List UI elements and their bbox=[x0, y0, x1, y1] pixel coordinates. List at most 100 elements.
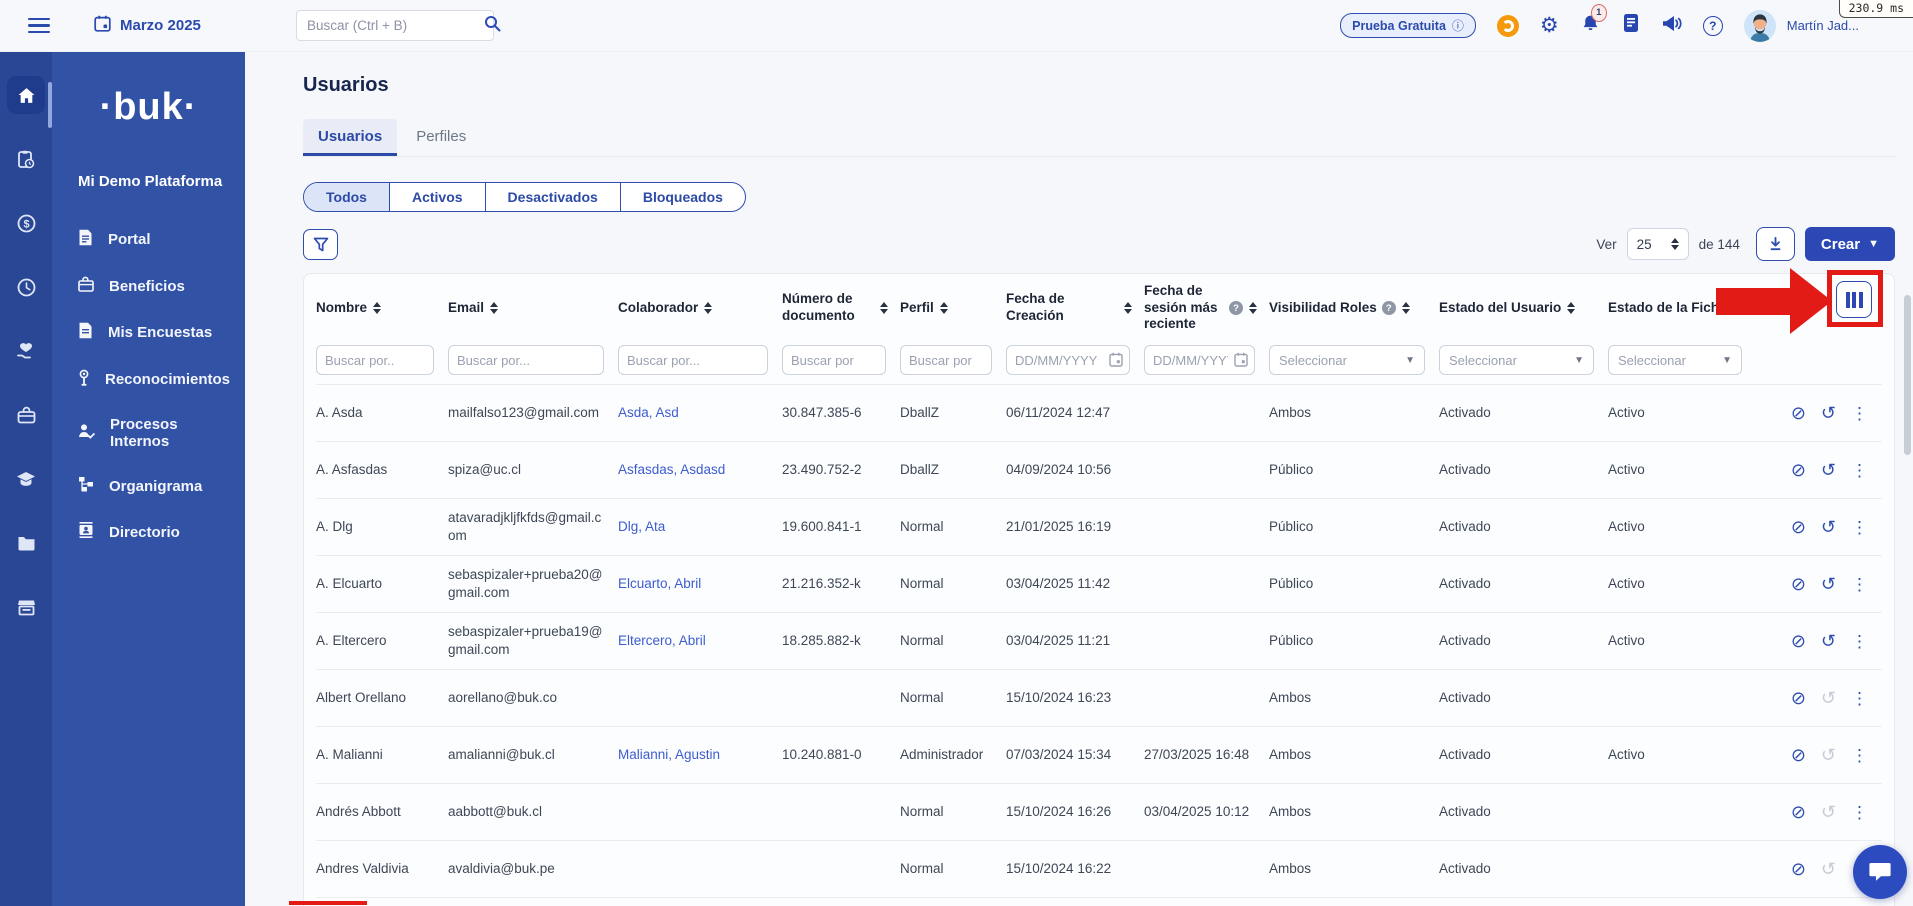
search-input[interactable] bbox=[307, 18, 484, 33]
hamburger-menu-icon[interactable] bbox=[28, 18, 50, 34]
row-more-icon[interactable]: ⋮ bbox=[1851, 576, 1868, 593]
payments-icon[interactable]: $ bbox=[7, 204, 45, 242]
user-avatar[interactable] bbox=[1744, 10, 1776, 42]
create-button[interactable]: Crear ▼ bbox=[1805, 227, 1895, 261]
column-header[interactable]: Nombre bbox=[316, 300, 448, 317]
filter-document-input[interactable] bbox=[782, 345, 886, 375]
chat-fab-button[interactable] bbox=[1853, 845, 1907, 899]
filter-funnel-button[interactable] bbox=[303, 229, 338, 260]
help-icon[interactable]: ? bbox=[1229, 301, 1243, 315]
filter-collaborator-input[interactable] bbox=[618, 345, 768, 375]
collaborator-link[interactable]: Eltercero, Abril bbox=[618, 633, 706, 648]
filter-desactivados[interactable]: Desactivados bbox=[485, 183, 620, 211]
benefits-icon[interactable] bbox=[7, 396, 45, 434]
sort-icon[interactable] bbox=[1124, 302, 1132, 314]
reset-user-icon[interactable]: ↺ bbox=[1821, 518, 1836, 536]
filter-profile-input[interactable] bbox=[900, 345, 992, 375]
block-user-icon[interactable]: ⊘ bbox=[1791, 461, 1806, 479]
collaborator-link[interactable]: Dlg, Ata bbox=[618, 519, 665, 534]
sort-icon[interactable] bbox=[880, 302, 888, 314]
column-header[interactable]: Número de documento bbox=[782, 291, 900, 325]
filter-visibility-select[interactable]: Seleccionar▼ bbox=[1269, 345, 1425, 375]
column-header[interactable]: Fecha de Creación bbox=[1006, 291, 1144, 325]
filter-session-date-input[interactable] bbox=[1144, 345, 1255, 375]
tab-perfiles[interactable]: Perfiles bbox=[401, 119, 481, 156]
rewards-icon[interactable] bbox=[1497, 15, 1519, 37]
filter-user-status-select[interactable]: Seleccionar▼ bbox=[1439, 345, 1594, 375]
reset-user-icon[interactable]: ↺ bbox=[1821, 860, 1836, 878]
block-user-icon[interactable]: ⊘ bbox=[1791, 689, 1806, 707]
block-user-icon[interactable]: ⊘ bbox=[1791, 632, 1806, 650]
sidebar-item-beneficios[interactable]: Beneficios bbox=[52, 263, 245, 309]
row-more-icon[interactable]: ⋮ bbox=[1851, 633, 1868, 650]
reset-user-icon[interactable]: ↺ bbox=[1821, 575, 1836, 593]
sort-icon[interactable] bbox=[704, 302, 712, 314]
column-header[interactable]: Email bbox=[448, 300, 618, 317]
tab-usuarios[interactable]: Usuarios bbox=[303, 119, 397, 156]
home-icon[interactable] bbox=[7, 76, 45, 114]
block-user-icon[interactable]: ⊘ bbox=[1791, 575, 1806, 593]
column-header[interactable]: Estado del Usuario bbox=[1439, 300, 1608, 317]
filter-email-input[interactable] bbox=[448, 345, 604, 375]
block-user-icon[interactable]: ⊘ bbox=[1791, 860, 1806, 878]
reset-user-icon[interactable]: ↺ bbox=[1821, 404, 1836, 422]
row-more-icon[interactable]: ⋮ bbox=[1851, 804, 1868, 821]
megaphone-icon[interactable] bbox=[1661, 14, 1682, 38]
sort-icon[interactable] bbox=[490, 302, 498, 314]
column-header[interactable]: Visibilidad Roles ? bbox=[1269, 300, 1439, 317]
collaborator-link[interactable]: Asda, Asd bbox=[618, 405, 679, 420]
collaborator-link[interactable]: Malianni, Agustin bbox=[618, 747, 720, 762]
recognition-icon[interactable] bbox=[7, 332, 45, 370]
page-size-select[interactable]: 25 bbox=[1627, 228, 1689, 260]
collaborator-link[interactable]: Elcuarto, Abril bbox=[618, 576, 701, 591]
settings-gear-icon[interactable]: ⚙ bbox=[1540, 15, 1559, 36]
folder-icon[interactable] bbox=[7, 524, 45, 562]
sort-icon[interactable] bbox=[1567, 302, 1575, 314]
block-user-icon[interactable]: ⊘ bbox=[1791, 404, 1806, 422]
trial-badge[interactable]: Prueba Gratuita ⓘ bbox=[1340, 13, 1476, 38]
collaborator-link[interactable]: Asfasdas, Asdasd bbox=[618, 462, 725, 477]
sort-icon[interactable] bbox=[1249, 302, 1257, 314]
filter-bloqueados[interactable]: Bloqueados bbox=[620, 183, 745, 211]
help-icon[interactable]: ? bbox=[1382, 301, 1396, 315]
time-icon[interactable] bbox=[7, 268, 45, 306]
row-more-icon[interactable]: ⋮ bbox=[1851, 690, 1868, 707]
sidebar-item-organigrama[interactable]: Organigrama bbox=[52, 463, 245, 509]
sort-icon[interactable] bbox=[940, 302, 948, 314]
store-icon[interactable] bbox=[7, 588, 45, 626]
reset-user-icon[interactable]: ↺ bbox=[1821, 803, 1836, 821]
row-more-icon[interactable]: ⋮ bbox=[1851, 462, 1868, 479]
block-user-icon[interactable]: ⊘ bbox=[1791, 746, 1806, 764]
sidebar-item-reconocimientos[interactable]: Reconocimientos bbox=[52, 356, 245, 403]
reset-user-icon[interactable]: ↺ bbox=[1821, 746, 1836, 764]
sidebar-item-mis-encuestas[interactable]: Mis Encuestas bbox=[52, 309, 245, 356]
help-icon[interactable]: ? bbox=[1703, 16, 1723, 36]
row-more-icon[interactable]: ⋮ bbox=[1851, 747, 1868, 764]
filter-record-status-select[interactable]: Seleccionar▼ bbox=[1608, 345, 1742, 375]
row-more-icon[interactable]: ⋮ bbox=[1851, 519, 1868, 536]
notifications-bell-icon[interactable]: 1 bbox=[1580, 13, 1601, 39]
search-icon[interactable] bbox=[484, 15, 501, 37]
vertical-scrollbar[interactable] bbox=[1904, 295, 1911, 455]
row-more-icon[interactable]: ⋮ bbox=[1851, 405, 1868, 422]
sort-icon[interactable] bbox=[1402, 302, 1410, 314]
training-icon[interactable] bbox=[7, 460, 45, 498]
filter-todos[interactable]: Todos bbox=[304, 183, 389, 211]
filter-created-date-input[interactable] bbox=[1006, 345, 1130, 375]
block-user-icon[interactable]: ⊘ bbox=[1791, 803, 1806, 821]
sidebar-item-portal[interactable]: Portal bbox=[52, 216, 245, 263]
reset-user-icon[interactable]: ↺ bbox=[1821, 689, 1836, 707]
global-search[interactable] bbox=[296, 10, 494, 41]
column-header[interactable]: Perfil bbox=[900, 300, 1006, 317]
column-header[interactable]: Colaborador bbox=[618, 300, 782, 317]
user-name[interactable]: Martín Jad... bbox=[1787, 18, 1859, 33]
reset-user-icon[interactable]: ↺ bbox=[1821, 632, 1836, 650]
sidebar-item-procesos-internos[interactable]: Procesos Internos bbox=[52, 403, 245, 463]
period-selector[interactable]: Marzo 2025 bbox=[94, 15, 201, 36]
download-button[interactable] bbox=[1756, 227, 1795, 261]
column-header[interactable]: Fecha de sesión más reciente ? bbox=[1144, 283, 1269, 334]
filter-name-input[interactable] bbox=[316, 345, 434, 375]
reset-user-icon[interactable]: ↺ bbox=[1821, 461, 1836, 479]
clipboard-clock-icon[interactable] bbox=[7, 140, 45, 178]
filter-activos[interactable]: Activos bbox=[389, 183, 485, 211]
